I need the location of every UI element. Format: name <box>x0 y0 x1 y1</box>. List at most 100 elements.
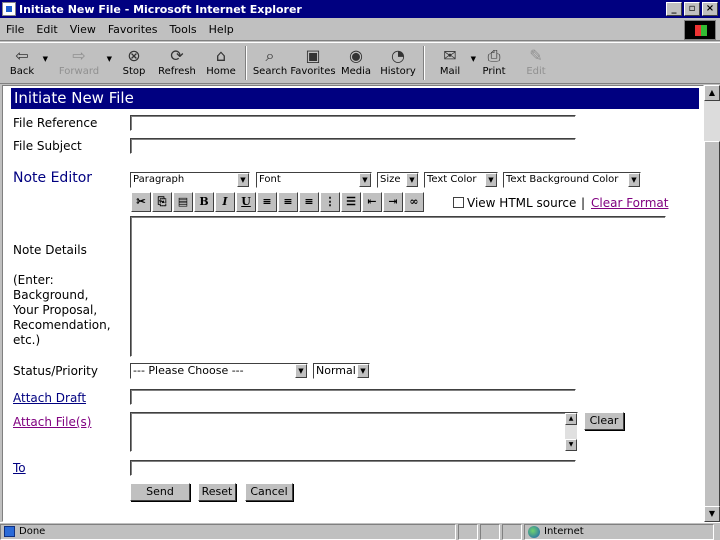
copy-icon[interactable]: ⎘ <box>152 192 172 212</box>
menu-favorites[interactable]: Favorites <box>102 23 164 36</box>
scroll-down-icon[interactable]: ▼ <box>565 439 577 451</box>
menu-file[interactable]: File <box>0 23 30 36</box>
send-button[interactable]: Send <box>130 483 190 501</box>
attach-files-list[interactable]: ▲ ▼ <box>130 412 578 452</box>
refresh-button[interactable]: ⟳ Refresh <box>154 46 200 82</box>
menu-help[interactable]: Help <box>203 23 240 36</box>
close-button[interactable]: × <box>702 2 718 16</box>
reset-button[interactable]: Reset <box>198 483 236 501</box>
menu-tools[interactable]: Tools <box>164 23 203 36</box>
mail-button[interactable]: ✉ Mail ▼ <box>428 46 476 82</box>
back-dropdown-icon[interactable]: ▼ <box>43 55 48 63</box>
history-button[interactable]: ◔ History <box>376 46 420 82</box>
attach-files-link[interactable]: Attach File(s) <box>13 415 91 429</box>
scrollbar-thumb[interactable] <box>704 141 720 507</box>
home-button[interactable]: ⌂ Home <box>200 46 242 82</box>
file-reference-label: File Reference <box>13 116 98 130</box>
forward-dropdown-icon[interactable]: ▼ <box>107 55 112 63</box>
text-background-color-select[interactable]: Text Background Color ▼ <box>503 172 641 188</box>
page-vertical-scrollbar[interactable]: ▲ ▼ <box>704 85 720 522</box>
page-title: Initiate New File <box>11 88 699 109</box>
paste-icon[interactable]: ▤ <box>173 192 193 212</box>
align-center-icon[interactable]: ≡ <box>278 192 298 212</box>
chevron-down-icon: ▼ <box>406 173 418 187</box>
font-select[interactable]: Font ▼ <box>256 172 372 188</box>
forward-arrow-icon: ⇨ <box>72 46 86 65</box>
file-subject-label: File Subject <box>13 139 82 153</box>
font-select-value: Font <box>259 174 281 185</box>
to-input[interactable] <box>130 460 576 476</box>
outdent-icon[interactable]: ⇤ <box>362 192 382 212</box>
back-arrow-icon: ⇦ <box>15 46 29 65</box>
refresh-icon: ⟳ <box>170 46 184 65</box>
numbered-list-icon[interactable]: ⋮ <box>320 192 340 212</box>
window-title: Initiate New File - Microsoft Internet E… <box>19 2 302 16</box>
note-details-editor[interactable] <box>130 216 666 357</box>
status-pane <box>480 523 500 540</box>
cancel-button[interactable]: Cancel <box>245 483 293 501</box>
paragraph-select[interactable]: Paragraph ▼ <box>130 172 250 188</box>
maximize-button[interactable]: ▫ <box>684 2 700 16</box>
indent-icon[interactable]: ⇥ <box>383 192 403 212</box>
clear-button[interactable]: Clear <box>584 412 624 430</box>
scroll-down-icon[interactable]: ▼ <box>704 506 720 522</box>
stop-button[interactable]: ⊗ Stop <box>114 46 154 82</box>
chevron-down-icon: ▼ <box>485 173 497 187</box>
globe-icon <box>528 525 540 538</box>
scroll-up-icon[interactable]: ▲ <box>565 413 577 425</box>
size-select[interactable]: Size ▼ <box>377 172 419 188</box>
note-details-hint: Background, <box>13 288 89 302</box>
menu-view[interactable]: View <box>64 23 102 36</box>
cut-icon[interactable]: ✂ <box>131 192 151 212</box>
scroll-up-icon[interactable]: ▲ <box>704 85 720 101</box>
windows-logo-icon <box>684 20 716 40</box>
view-html-source-checkbox[interactable] <box>453 197 464 208</box>
minimize-button[interactable]: _ <box>666 2 682 16</box>
note-details-hint: Your Proposal, <box>13 303 98 317</box>
status-select[interactable]: --- Please Choose --- ▼ <box>130 363 308 379</box>
file-reference-input[interactable] <box>130 115 576 131</box>
align-right-icon[interactable]: ≡ <box>299 192 319 212</box>
forward-button[interactable]: ⇨ Forward ▼ <box>50 46 112 82</box>
search-icon: ⌕ <box>265 46 275 65</box>
align-left-icon[interactable]: ≡ <box>257 192 277 212</box>
media-button[interactable]: ◉ Media <box>336 46 376 82</box>
to-link[interactable]: To <box>13 461 26 475</box>
chevron-down-icon: ▼ <box>357 364 369 378</box>
status-pane <box>458 523 478 540</box>
status-text: Done <box>19 525 46 537</box>
text-background-color-select-value: Text Background Color <box>506 174 619 185</box>
underline-icon[interactable]: U <box>236 192 256 212</box>
edit-button[interactable]: ✎ Edit <box>516 46 556 82</box>
menu-edit[interactable]: Edit <box>30 23 63 36</box>
view-html-source-label: View HTML source <box>467 196 577 210</box>
attach-draft-input[interactable] <box>130 389 576 405</box>
security-zone-text: Internet <box>544 525 584 537</box>
size-select-value: Size <box>380 174 401 185</box>
file-subject-input[interactable] <box>130 138 576 154</box>
page-content: Initiate New File File Reference File Su… <box>2 85 704 522</box>
note-details-hint: Recomendation, <box>13 318 111 332</box>
clear-format-link[interactable]: Clear Format <box>591 196 668 210</box>
status-priority-label: Status/Priority <box>13 364 98 378</box>
bold-icon[interactable]: B <box>194 192 214 212</box>
attach-files-scrollbar[interactable]: ▲ ▼ <box>565 413 577 451</box>
note-details-label: Note Details <box>13 243 87 257</box>
hyperlink-icon[interactable]: ∞ <box>404 192 424 212</box>
mail-icon: ✉ <box>443 46 457 65</box>
note-editor-label: Note Editor <box>13 170 93 186</box>
text-color-select[interactable]: Text Color ▼ <box>424 172 498 188</box>
standard-toolbar: ⇦ Back ▼ ⇨ Forward ▼ ⊗ Stop ⟳ Refresh ⌂ … <box>0 42 720 84</box>
bullet-list-icon[interactable]: ☰ <box>341 192 361 212</box>
priority-select[interactable]: Normal ▼ <box>313 363 370 379</box>
print-button[interactable]: ⎙ Print <box>472 46 516 82</box>
attach-draft-link[interactable]: Attach Draft <box>13 391 86 405</box>
italic-icon[interactable]: I <box>215 192 235 212</box>
formatting-toolbar: ✂ ⎘ ▤ B I U ≡ ≡ ≡ ⋮ ☰ ⇤ ⇥ ∞ <box>131 192 424 212</box>
back-button[interactable]: ⇦ Back ▼ <box>0 46 48 82</box>
favorites-button[interactable]: ▣ Favorites <box>290 46 336 82</box>
chevron-down-icon: ▼ <box>295 364 307 378</box>
search-button[interactable]: ⌕ Search <box>250 46 290 82</box>
paragraph-select-value: Paragraph <box>133 174 185 185</box>
note-details-hint: etc.) <box>13 333 41 347</box>
